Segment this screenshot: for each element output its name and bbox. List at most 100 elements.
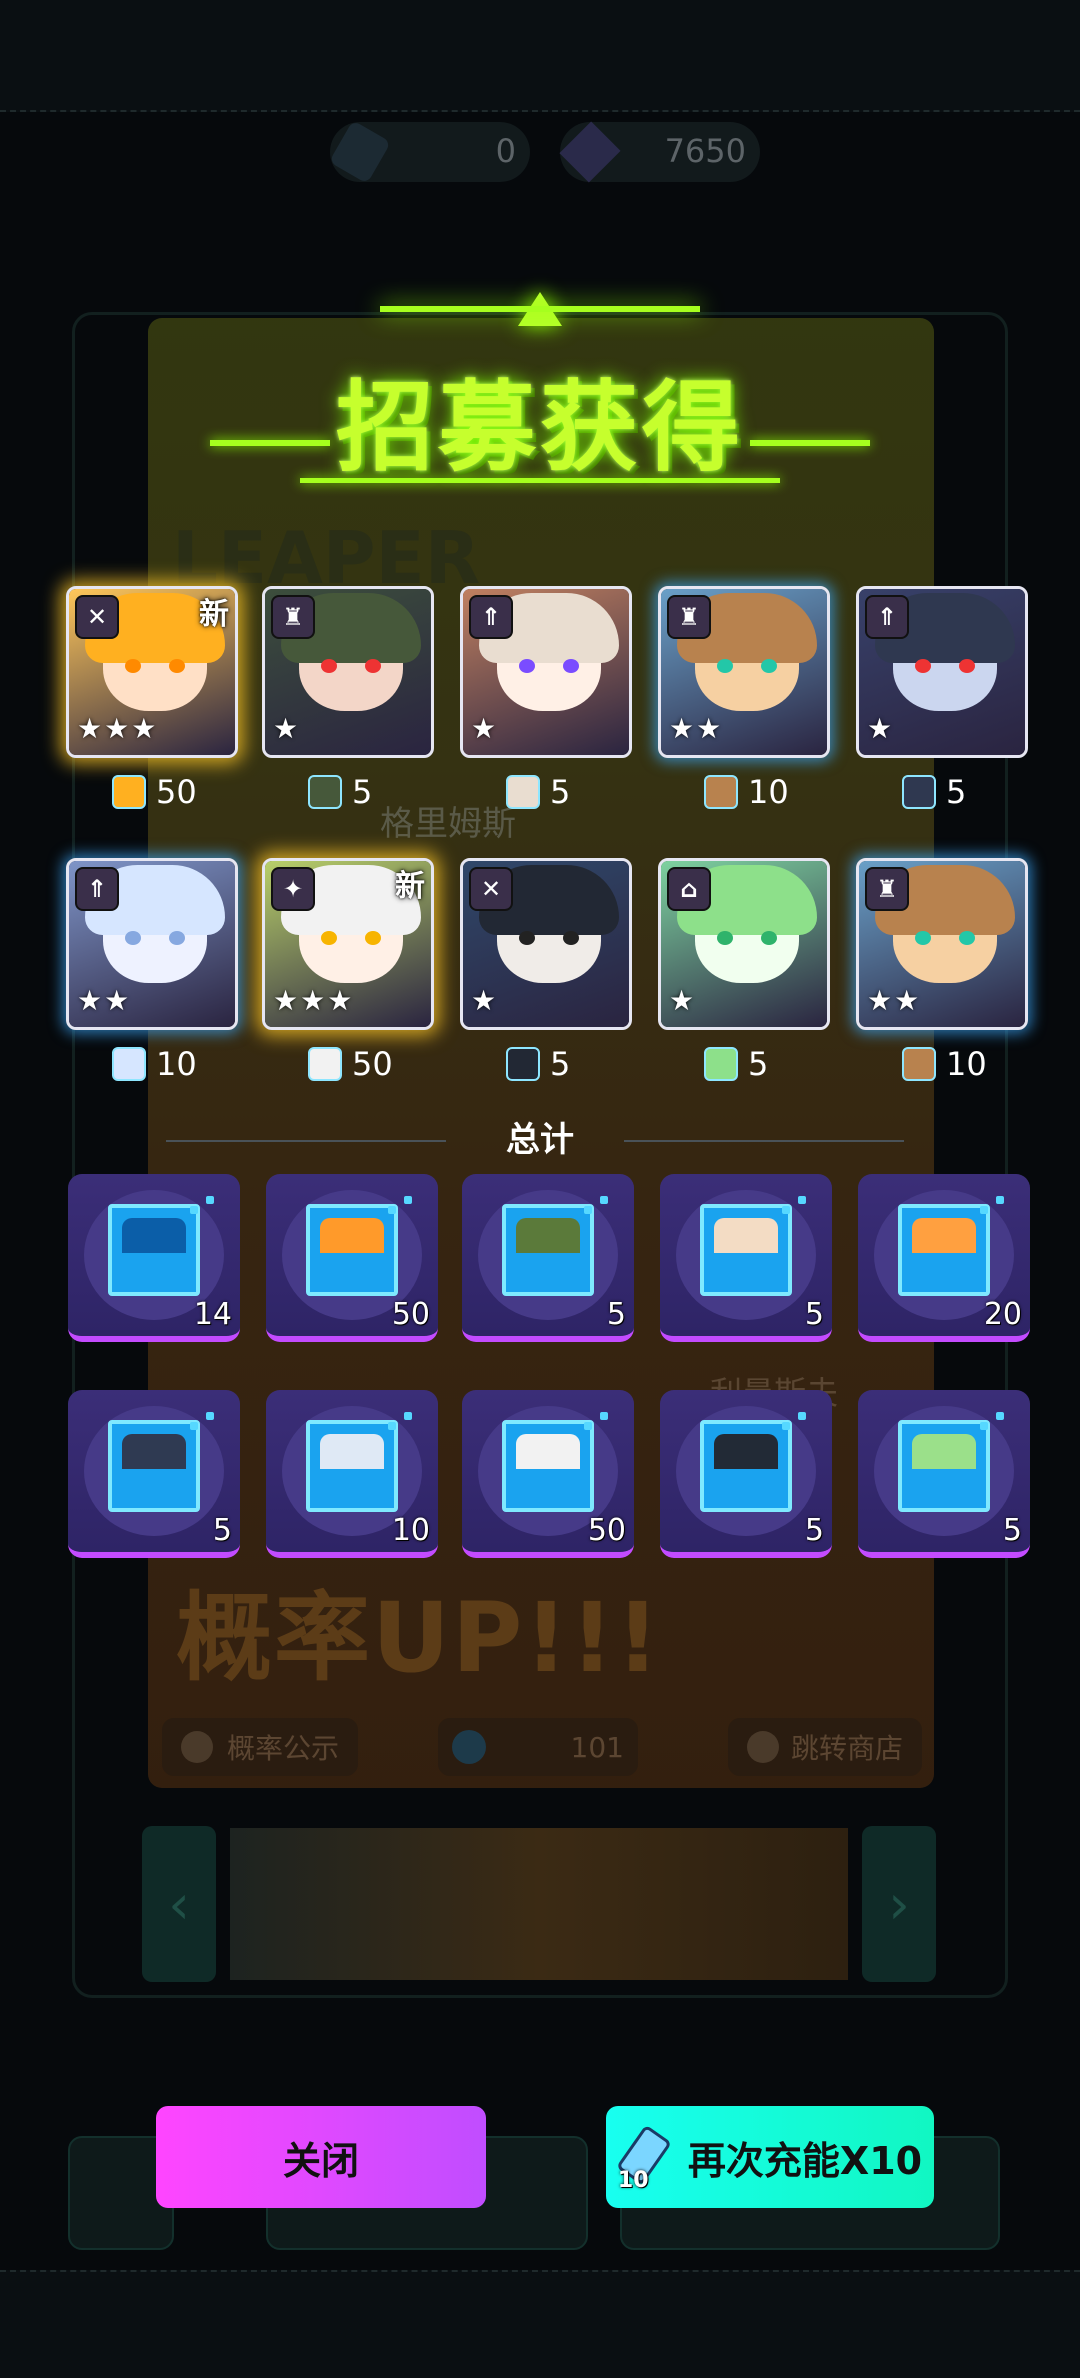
shard-count: 5 bbox=[902, 772, 966, 812]
arrow-up-icon: ⇑ bbox=[865, 595, 909, 639]
dark-hood-chip-icon bbox=[108, 1420, 200, 1512]
background-prev-arrow: ‹ bbox=[142, 1826, 216, 1982]
recruit-result-title: 招募获得 bbox=[335, 371, 744, 485]
total-item-tile[interactable]: 5 bbox=[462, 1174, 634, 1342]
probability-chip: 概率公示 bbox=[162, 1718, 358, 1776]
crystal-count: 7650 bbox=[664, 132, 746, 170]
green-helmet-chip-icon bbox=[502, 1204, 594, 1296]
total-item-tile[interactable]: 50 bbox=[266, 1174, 438, 1342]
recruited-card[interactable]: ⇑ ★ bbox=[460, 586, 632, 758]
arrow-up-icon: ⇑ bbox=[75, 867, 119, 911]
recruited-card[interactable]: ⌂ ★ bbox=[658, 858, 830, 1030]
star-rating: ★ bbox=[867, 712, 895, 745]
ticket-count: 0 bbox=[495, 132, 516, 170]
shard-count-value: 5 bbox=[352, 773, 373, 811]
shard-icon bbox=[902, 775, 936, 809]
item-quantity: 5 bbox=[804, 1297, 824, 1332]
star-rating: ★★★ bbox=[273, 984, 355, 1017]
recruited-card[interactable]: ✕ ★ bbox=[460, 858, 632, 1030]
crystal-icon bbox=[559, 121, 621, 183]
item-quantity: 5 bbox=[1002, 1513, 1022, 1548]
star-rating: ★★★ bbox=[77, 712, 159, 745]
star-rating: ★★ bbox=[669, 712, 724, 745]
item-quantity: 14 bbox=[193, 1297, 232, 1332]
total-label: 总计 bbox=[506, 1120, 574, 1160]
shard-count-value: 10 bbox=[156, 1045, 197, 1083]
arrow-right-icon bbox=[746, 1731, 779, 1763]
probability-chip-label: 概率公示 bbox=[226, 1732, 339, 1765]
new-tag: 新 bbox=[199, 597, 229, 632]
recruited-card[interactable]: ♜ ★ bbox=[262, 586, 434, 758]
shard-count-value: 50 bbox=[352, 1045, 393, 1083]
recruited-card[interactable]: ⇑ ★★ bbox=[66, 858, 238, 1030]
ticket-cost: 10 bbox=[617, 2168, 649, 2193]
recruited-card[interactable]: ✦ ★★★ 新 bbox=[262, 858, 434, 1030]
item-quantity: 5 bbox=[606, 1297, 626, 1332]
close-button[interactable]: 关闭 bbox=[156, 2106, 486, 2208]
total-item-tile[interactable]: 5 bbox=[660, 1390, 832, 1558]
shard-icon bbox=[506, 775, 540, 809]
dna-chip-icon bbox=[108, 1204, 200, 1296]
shard-count-value: 5 bbox=[748, 1045, 769, 1083]
shard-icon bbox=[308, 1047, 342, 1081]
recruited-card[interactable]: ⇑ ★ bbox=[856, 586, 1028, 758]
white-hair-chip-icon bbox=[306, 1420, 398, 1512]
shard-count-value: 5 bbox=[550, 773, 571, 811]
crossed-swords-icon: ✕ bbox=[469, 867, 513, 911]
recruited-card[interactable]: ✕ ★★★ 新 bbox=[66, 586, 238, 758]
green-hair-chip-icon bbox=[898, 1420, 990, 1512]
shop-chip: 跳转商店 bbox=[728, 1718, 922, 1776]
shard-count-value: 10 bbox=[748, 773, 789, 811]
background-character-banner bbox=[230, 1828, 848, 1980]
total-item-tile[interactable]: 5 bbox=[858, 1390, 1030, 1558]
total-item-tile[interactable]: 5 bbox=[660, 1174, 832, 1342]
recruit-again-label: 再次充能X10 bbox=[687, 2138, 923, 2183]
shard-count: 5 bbox=[704, 1044, 768, 1084]
shard-count: 50 bbox=[308, 1044, 393, 1084]
shard-icon bbox=[704, 1047, 738, 1081]
title-top-bracket bbox=[380, 306, 700, 340]
total-item-tile[interactable]: 5 bbox=[68, 1390, 240, 1558]
tower-icon: ♜ bbox=[865, 867, 909, 911]
shard-count-value: 5 bbox=[946, 773, 967, 811]
bottom-band bbox=[0, 2270, 1080, 2378]
recruited-card[interactable]: ♜ ★★ bbox=[856, 858, 1028, 1030]
crossed-swords-icon: ✕ bbox=[75, 595, 119, 639]
background-next-arrow: › bbox=[862, 1826, 936, 1982]
total-item-tile[interactable]: 50 bbox=[462, 1390, 634, 1558]
shard-count: 5 bbox=[308, 772, 372, 812]
item-quantity: 5 bbox=[804, 1513, 824, 1548]
item-quantity: 50 bbox=[587, 1513, 626, 1548]
orange-hair-chip-icon bbox=[306, 1204, 398, 1296]
info-icon bbox=[180, 1731, 213, 1763]
shard-count-value: 10 bbox=[946, 1045, 987, 1083]
ticket-icon bbox=[328, 120, 392, 184]
crystal-currency: 7650 bbox=[559, 121, 760, 183]
shard-count: 5 bbox=[506, 772, 570, 812]
recruit-again-button[interactable]: 10 再次充能X10 bbox=[606, 2106, 934, 2208]
shard-count-value: 50 bbox=[156, 773, 197, 811]
star-rating: ★ bbox=[471, 984, 499, 1017]
item-quantity: 5 bbox=[212, 1513, 232, 1548]
total-divider-left bbox=[166, 1140, 446, 1142]
shard-icon bbox=[112, 775, 146, 809]
ticket-currency: 0 bbox=[328, 120, 530, 184]
shard-icon bbox=[308, 775, 342, 809]
star-rating: ★★ bbox=[77, 984, 132, 1017]
star-rating: ★ bbox=[273, 712, 301, 745]
shard-count: 50 bbox=[112, 772, 197, 812]
item-quantity: 20 bbox=[983, 1297, 1022, 1332]
total-item-tile[interactable]: 20 bbox=[858, 1174, 1030, 1342]
total-item-tile[interactable]: 14 bbox=[68, 1174, 240, 1342]
new-tag: 新 bbox=[395, 869, 425, 904]
fox-chip-icon bbox=[898, 1204, 990, 1296]
top-band bbox=[0, 0, 1080, 112]
total-item-tile[interactable]: 10 bbox=[266, 1390, 438, 1558]
cream-hair-chip-icon bbox=[700, 1204, 792, 1296]
ticket-icon: 10 bbox=[615, 2124, 674, 2193]
item-quantity: 10 bbox=[391, 1513, 430, 1548]
total-divider-right bbox=[624, 1140, 904, 1142]
recruited-card[interactable]: ♜ ★★ bbox=[658, 586, 830, 758]
shard-count-value: 5 bbox=[550, 1045, 571, 1083]
close-button-label: 关闭 bbox=[282, 2138, 359, 2183]
